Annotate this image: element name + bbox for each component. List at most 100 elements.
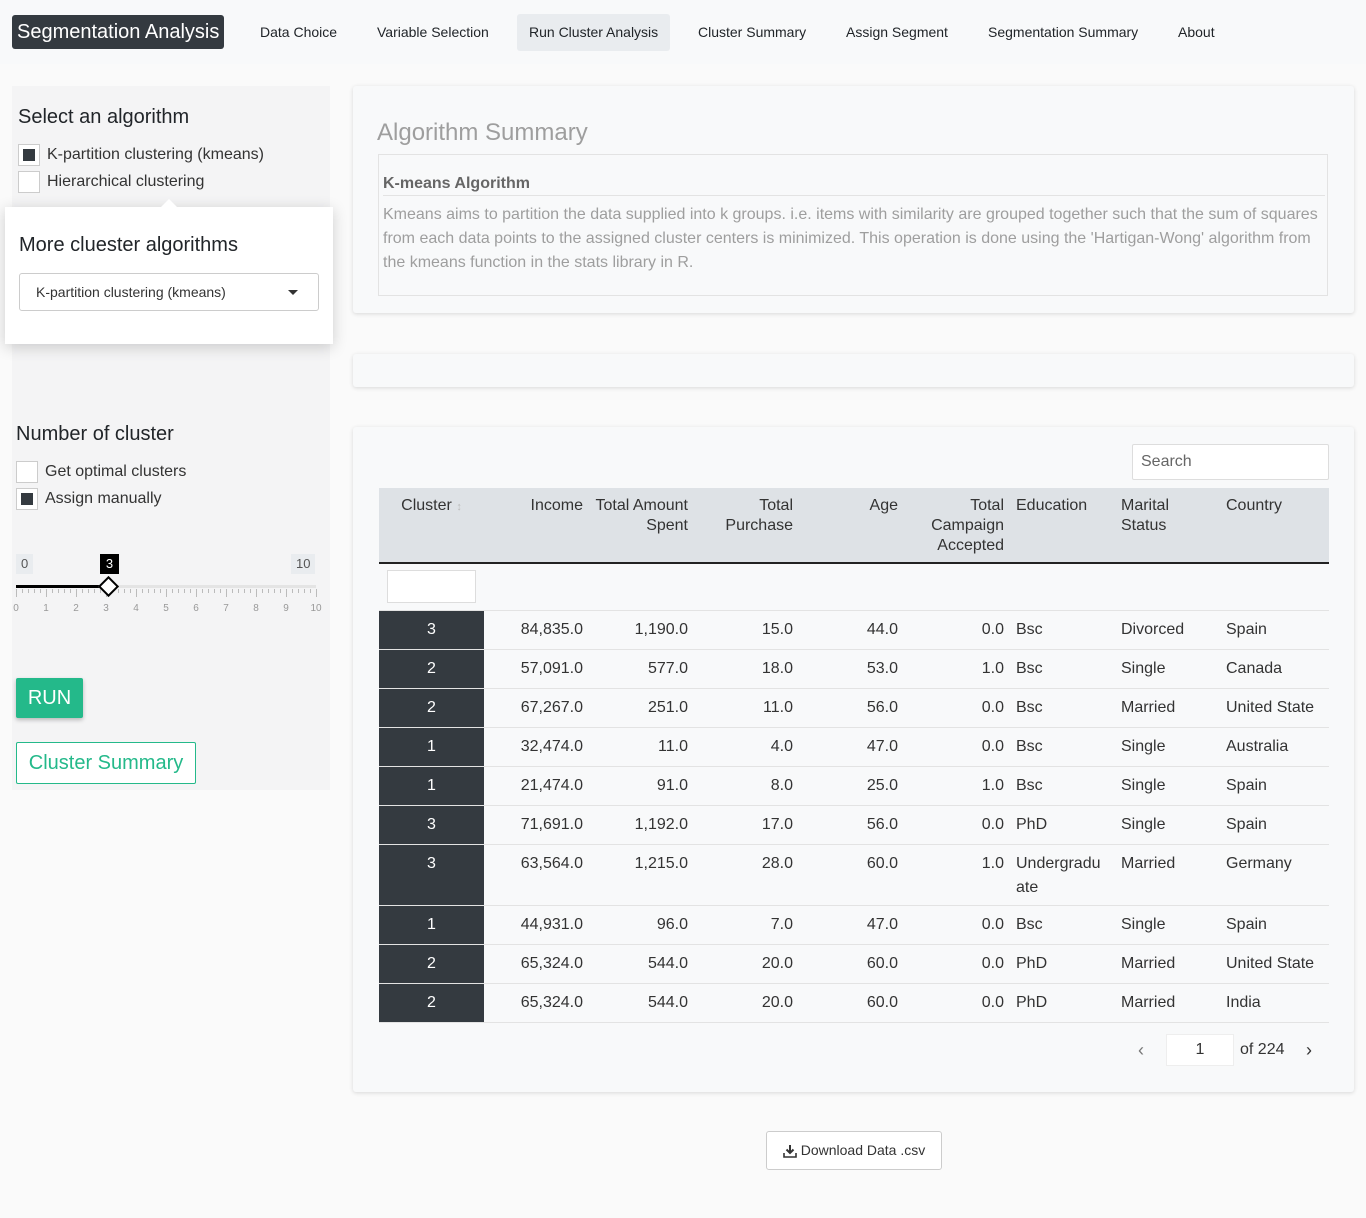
slider-tick [136, 589, 137, 597]
algorithm-summary-panel: Algorithm Summary K-means Algorithm Kmea… [353, 86, 1354, 313]
checkbox-unchecked[interactable] [16, 461, 38, 483]
slider-tick [310, 589, 311, 593]
column-header-education[interactable]: Education [1010, 488, 1115, 564]
table-search-input[interactable]: Search [1132, 444, 1329, 480]
table-cell: Bsc [1010, 688, 1115, 728]
slider-tick-label: 4 [133, 603, 139, 614]
column-header-cluster[interactable]: Cluster ↕ [379, 488, 484, 564]
algorithm-select[interactable]: K-partition clustering (kmeans) [19, 273, 319, 311]
table-row[interactable]: 1 21,474.0 91.0 8.0 25.0 1.0 Bsc Single Spain [379, 766, 1329, 806]
checkbox-checked[interactable] [18, 144, 40, 166]
slider-tick [160, 589, 161, 593]
download-csv-button[interactable]: Download Data .csv [766, 1131, 942, 1170]
table-cell: 18.0 [694, 649, 799, 689]
table-cell: 84,835.0 [484, 610, 589, 650]
column-header-label: Cluster [401, 497, 452, 514]
table-row[interactable]: 2 65,324.0 544.0 20.0 60.0 0.0 PhD Married India [379, 983, 1329, 1023]
column-header-total-campaign-accepted[interactable]: Total Campaign Accepted [904, 488, 1010, 564]
table-cell: Spain [1220, 805, 1329, 845]
table-cell: 0.0 [904, 727, 1010, 767]
slider-tick [34, 589, 35, 593]
table-cell: 32,474.0 [484, 727, 589, 767]
slider-tick [202, 589, 203, 593]
nav-run-cluster-analysis[interactable]: Run Cluster Analysis [517, 14, 671, 51]
column-header-country[interactable]: Country [1220, 488, 1329, 564]
page-count-label: of 224 [1240, 1041, 1285, 1058]
table-row[interactable]: 3 84,835.0 1,190.0 15.0 44.0 0.0 Bsc Divorced Sp… [379, 610, 1329, 650]
cluster-summary-button[interactable]: Cluster Summary [16, 742, 196, 784]
chevron-right-icon[interactable]: › [1299, 1034, 1319, 1066]
table-cell: Single [1115, 727, 1220, 767]
slider-tick-label: 8 [253, 603, 259, 614]
page-number-input[interactable]: 1 [1166, 1034, 1234, 1066]
table-cell: Spain [1220, 610, 1329, 650]
table-row[interactable]: 2 57,091.0 577.0 18.0 53.0 1.0 Bsc Single Canada [379, 649, 1329, 689]
algorithm-option-hierarchical[interactable]: Hierarchical clustering [18, 171, 204, 193]
nav-segmentation-summary[interactable]: Segmentation Summary [976, 14, 1150, 51]
slider-tick [298, 589, 299, 593]
algorithm-name: K-means Algorithm [383, 175, 530, 192]
table-cell: 44,931.0 [484, 905, 589, 945]
nav-variable-selection[interactable]: Variable Selection [365, 14, 501, 51]
results-table-panel: Search Cluster ↕ Income Total Amount Spe… [353, 427, 1354, 1092]
slider-tick [64, 589, 65, 593]
slider-tick [130, 589, 131, 593]
results-table: Cluster ↕ Income Total Amount Spent Tota… [379, 488, 1329, 1023]
table-cell: 28.0 [694, 844, 799, 906]
nav-assign-segment[interactable]: Assign Segment [834, 14, 960, 51]
table-row[interactable]: 2 67,267.0 251.0 11.0 56.0 0.0 Bsc Married Unite… [379, 688, 1329, 728]
column-header-age[interactable]: Age [799, 488, 904, 564]
table-row[interactable]: 1 32,474.0 11.0 4.0 47.0 0.0 Bsc Single Australi… [379, 727, 1329, 767]
cluster-number-title: Number of cluster [16, 423, 174, 445]
cluster-filter-input[interactable] [387, 570, 476, 604]
algorithm-option-label: K-partition clustering (kmeans) [47, 146, 264, 163]
cluster-filter-cell [379, 563, 484, 611]
table-cell: 1,190.0 [589, 610, 694, 650]
table-row[interactable]: 1 44,931.0 96.0 7.0 47.0 0.0 Bsc Single Spain [379, 905, 1329, 945]
slider-tick [226, 589, 227, 597]
table-cell: 60.0 [799, 844, 904, 906]
slider-min-label: 0 [16, 554, 34, 574]
cluster-option-label: Get optimal clusters [45, 463, 187, 480]
cluster-option-manual[interactable]: Assign manually [16, 488, 162, 510]
slider-tick [184, 589, 185, 593]
table-cell: 60.0 [799, 944, 904, 984]
popover-title: More cluester algorithms [19, 234, 238, 256]
slider-tick-label: 10 [310, 603, 322, 614]
table-cell: Bsc [1010, 727, 1115, 767]
table-cell: 0.0 [904, 905, 1010, 945]
slider-tick-label: 7 [223, 603, 229, 614]
table-cell: 53.0 [799, 649, 904, 689]
table-header-row: Cluster ↕ Income Total Amount Spent Tota… [379, 488, 1329, 564]
algorithm-title: Select an algorithm [18, 106, 190, 128]
cluster-option-optimal[interactable]: Get optimal clusters [16, 461, 186, 483]
column-header-total-amount-spent[interactable]: Total Amount Spent [589, 488, 694, 564]
nav-cluster-summary[interactable]: Cluster Summary [686, 14, 818, 51]
nav-data-choice[interactable]: Data Choice [248, 14, 349, 51]
chevron-left-icon[interactable]: ‹ [1131, 1034, 1151, 1066]
sort-icon[interactable]: ↕ [456, 501, 462, 513]
slider-tick-label: 2 [73, 603, 79, 614]
column-header-marital-status[interactable]: Marital Status [1115, 488, 1220, 564]
checkbox-checked[interactable] [16, 488, 38, 510]
nav-about[interactable]: About [1166, 14, 1227, 51]
table-row[interactable]: 2 65,324.0 544.0 20.0 60.0 0.0 PhD Married Unite… [379, 944, 1329, 984]
slider-tick-label: 1 [43, 603, 49, 614]
table-cell: Single [1115, 805, 1220, 845]
algorithm-option-kmeans[interactable]: K-partition clustering (kmeans) [18, 144, 264, 166]
app-brand[interactable]: Segmentation Analysis [12, 15, 225, 49]
checkbox-unchecked[interactable] [18, 171, 40, 193]
table-row[interactable]: 3 71,691.0 1,192.0 17.0 56.0 0.0 PhD Single Spai… [379, 805, 1329, 845]
slider-tick [88, 589, 89, 593]
table-row[interactable]: 3 63,564.0 1,215.0 28.0 60.0 1.0 Undergraduate… [379, 844, 1329, 906]
table-cell: Single [1115, 649, 1220, 689]
table-cell: 0.0 [904, 944, 1010, 984]
table-cell: 57,091.0 [484, 649, 589, 689]
slider-tick [172, 589, 173, 593]
run-button[interactable]: RUN [16, 678, 83, 718]
table-cell: 15.0 [694, 610, 799, 650]
column-header-total-purchase[interactable]: Total Purchase [694, 488, 799, 564]
column-header-income[interactable]: Income [484, 488, 589, 564]
table-cell: 2 [379, 983, 484, 1023]
table-cell: 44.0 [799, 610, 904, 650]
